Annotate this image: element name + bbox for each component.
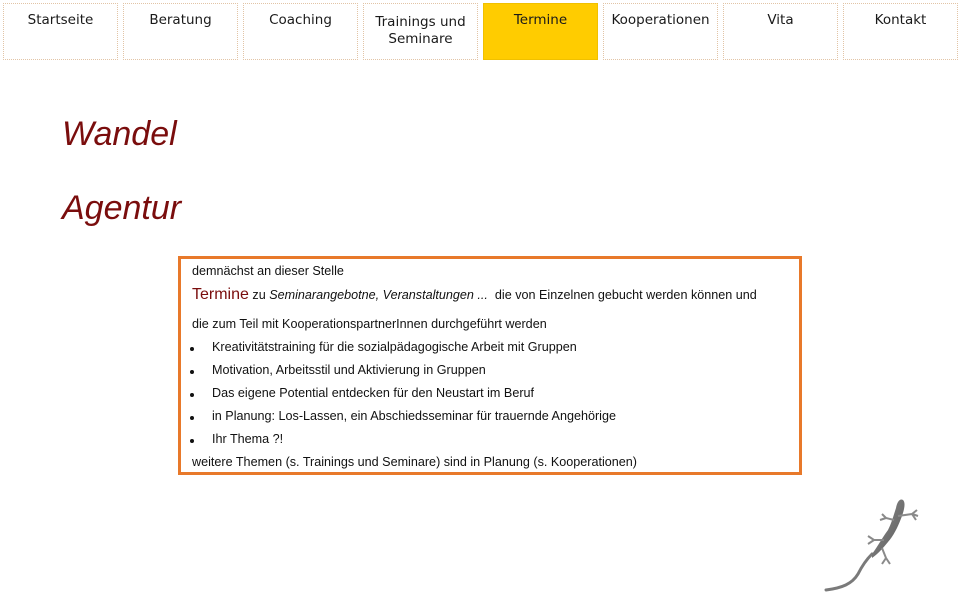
nav-item-trainings-und-seminare[interactable]: Trainings und Seminare [363,3,478,60]
nav-label-line2: Seminare [388,31,453,47]
nav-item-startseite[interactable]: Startseite [3,3,118,60]
logo-line-wandel: Wandel [62,115,177,153]
list-item: Ihr Thema ?! [212,432,284,446]
nav-label: Kooperationen [611,12,710,28]
bullet-icon [190,370,194,374]
nav-item-vita[interactable]: Vita [723,3,838,60]
bookable-text: die von Einzelnen gebucht werden können … [487,288,757,302]
nav-item-beratung[interactable]: Beratung [123,3,238,60]
nav-item-kooperationen[interactable]: Kooperationen [603,3,718,60]
logo-line-agentur: Agentur [62,189,182,227]
bullet-icon [190,347,194,351]
bullet-icon [190,416,194,420]
nav-label: Startseite [27,12,94,28]
cooperation-text: die zum Teil mit KooperationspartnerInne… [192,317,547,331]
zu-text: zu [248,288,270,302]
list-item: Kreativitätstraining für die sozialpädag… [212,340,577,354]
further-topics-text: weitere Themen (s. Trainings und Seminar… [192,455,637,469]
termine-content-box: demnächst an dieser Stelle Termine zu Se… [178,256,802,475]
nav-label: Vita [767,12,794,28]
gecko-icon [824,499,919,592]
bullet-icon [190,439,194,443]
nav-label: Kontakt [874,12,927,28]
seminar-offers-text: Seminarangebotne, Veranstaltungen ... [269,288,488,302]
nav-label-line1: Trainings und [375,14,466,30]
bullet-icon [190,393,194,397]
nav-label: Beratung [149,12,212,28]
nav-label: Termine [513,12,568,28]
nav-item-coaching[interactable]: Coaching [243,3,358,60]
list-item: Motivation, Arbeitsstil und Aktivierung … [212,363,486,377]
nav-item-termine[interactable]: Termine [483,3,598,60]
list-item: in Planung: Los-Lassen, ein Abschiedssem… [212,409,616,423]
termine-line: Termine zu Seminarangebotne, Veranstaltu… [192,286,757,304]
nav-item-kontakt[interactable]: Kontakt [843,3,958,60]
intro-text: demnächst an dieser Stelle [192,264,344,278]
list-item: Das eigene Potential entdecken für den N… [212,386,535,400]
main-navigation: Startseite Beratung Coaching Trainings u… [3,3,959,60]
nav-label: Coaching [269,12,332,28]
termine-heading: Termine [192,286,249,303]
